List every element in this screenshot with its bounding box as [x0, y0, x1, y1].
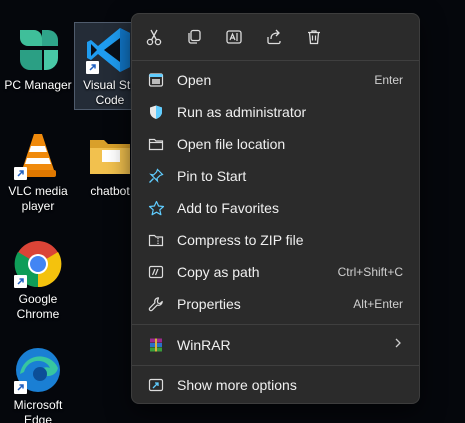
menu-item-label: Pin to Start: [177, 168, 247, 184]
menu-item-label: Show more options: [177, 377, 297, 393]
shield-icon: [147, 103, 165, 121]
menu-item-label: WinRAR: [177, 337, 231, 353]
zip-folder-icon: [147, 231, 165, 249]
menu-item-properties[interactable]: Properties Alt+Enter: [136, 289, 415, 319]
menu-separator: [132, 365, 419, 366]
menu-toolbar: [132, 14, 419, 60]
open-window-icon: [147, 71, 165, 89]
shortcut-arrow-icon: [14, 167, 27, 180]
copy-icon: [188, 29, 201, 44]
edge-icon: [12, 344, 64, 396]
menu-item-show-more-options[interactable]: Show more options: [136, 370, 415, 400]
menu-item-shortcut: Enter: [374, 73, 403, 87]
rename-button[interactable]: [223, 26, 245, 48]
path-icon: [147, 263, 165, 281]
menu-separator: [132, 324, 419, 325]
menu-item-pin-to-start[interactable]: Pin to Start: [136, 161, 415, 191]
desktop-icon-edge[interactable]: Microsoft Edge: [0, 344, 76, 423]
folder-icon: [84, 130, 136, 182]
share-icon: [267, 29, 281, 45]
chrome-icon: [12, 238, 64, 290]
context-menu: Open Enter Run as administrator Open fil…: [131, 13, 420, 404]
desktop-icon-pc-manager[interactable]: PC Manager: [0, 24, 76, 93]
star-icon: [147, 199, 165, 217]
shortcut-arrow-icon: [14, 275, 27, 288]
wrench-icon: [147, 295, 165, 313]
menu-item-label: Properties: [177, 296, 241, 312]
desktop: PC Manager Visual Stu Code VLC media pla…: [0, 0, 465, 423]
share-button[interactable]: [263, 26, 285, 48]
folder-icon: [147, 135, 165, 153]
desktop-icon-chrome[interactable]: Google Chrome: [0, 238, 76, 322]
shortcut-arrow-icon: [14, 381, 27, 394]
trash-icon: [308, 30, 320, 45]
menu-item-label: Copy as path: [177, 264, 260, 280]
menu-item-label: Open: [177, 72, 212, 88]
menu-item-winrar[interactable]: WinRAR: [136, 330, 415, 360]
chevron-right-icon: [393, 336, 403, 354]
pin-icon: [147, 167, 165, 185]
desktop-icon-label: PC Manager: [4, 78, 72, 92]
menu-item-compress-zip[interactable]: Compress to ZIP file: [136, 225, 415, 255]
desktop-icon-label: Microsoft Edge: [13, 398, 63, 423]
vscode-icon: [84, 24, 136, 76]
desktop-icon-label: VLC media player: [8, 184, 68, 213]
rename-icon: [226, 30, 242, 44]
menu-item-shortcut: Alt+Enter: [353, 297, 403, 311]
menu-item-run-as-admin[interactable]: Run as administrator: [136, 97, 415, 127]
desktop-icon-vlc[interactable]: VLC media player: [0, 130, 76, 214]
menu-item-add-to-favorites[interactable]: Add to Favorites: [136, 193, 415, 223]
menu-item-open-file-location[interactable]: Open file location: [136, 129, 415, 159]
menu-item-label: Open file location: [177, 136, 286, 152]
shortcut-arrow-icon: [86, 61, 99, 74]
scissors-icon: [146, 29, 162, 46]
menu-item-label: Add to Favorites: [177, 200, 279, 216]
winrar-icon: [147, 336, 165, 354]
more-options-icon: [147, 376, 165, 394]
toolbar-separator: [132, 60, 419, 61]
copy-button[interactable]: [183, 26, 205, 48]
menu-item-label: Compress to ZIP file: [177, 232, 304, 248]
delete-button[interactable]: [303, 26, 325, 48]
cut-button[interactable]: [143, 26, 165, 48]
desktop-icon-label: Google Chrome: [16, 292, 60, 321]
menu-item-shortcut: Ctrl+Shift+C: [337, 265, 403, 279]
menu-item-copy-as-path[interactable]: Copy as path Ctrl+Shift+C: [136, 257, 415, 287]
menu-item-label: Run as administrator: [177, 104, 307, 120]
menu-item-open[interactable]: Open Enter: [136, 65, 415, 95]
pc-manager-icon: [12, 24, 64, 76]
vlc-icon: [12, 130, 64, 182]
